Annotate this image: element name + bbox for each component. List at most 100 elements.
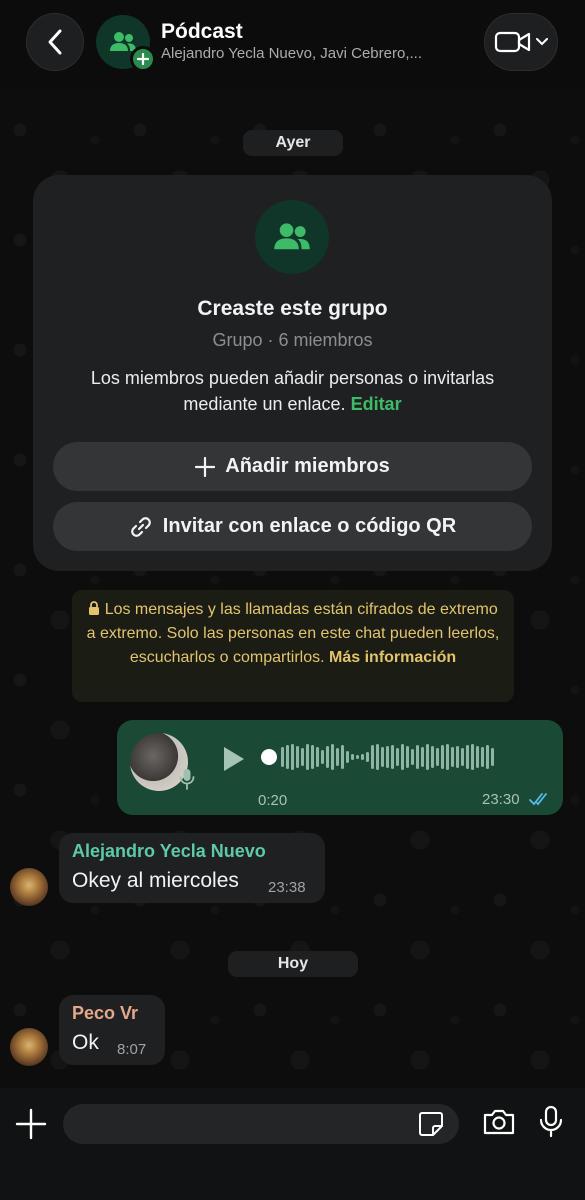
sender-name[interactable]: Alejandro Yecla Nuevo xyxy=(72,841,266,862)
encryption-notice[interactable]: Los mensajes y las llamadas están cifrad… xyxy=(72,590,514,702)
waveform-bar xyxy=(396,748,399,766)
waveform-bar xyxy=(296,746,299,768)
microphone-icon xyxy=(539,1105,563,1138)
camera-icon xyxy=(483,1109,515,1135)
chat-header: Pódcast Alejandro Yecla Nuevo, Javi Cebr… xyxy=(0,0,585,86)
group-avatar[interactable] xyxy=(96,15,156,72)
read-receipt-icon xyxy=(529,792,551,811)
plus-icon xyxy=(137,53,149,65)
waveform-bar xyxy=(306,744,309,770)
playback-scrubber[interactable] xyxy=(261,749,277,765)
waveform-bar xyxy=(401,744,404,770)
add-badge xyxy=(130,46,156,72)
waveform-bar xyxy=(341,745,344,769)
waveform-bar xyxy=(471,744,474,770)
message-time: 8:07 xyxy=(117,1041,147,1058)
waveform-bar xyxy=(316,747,319,767)
waveform-bar xyxy=(421,747,424,767)
waveform-bar xyxy=(466,745,469,769)
waveform-bar xyxy=(391,745,394,769)
voice-message-bubble[interactable]: 0:20 23:30 xyxy=(117,720,563,815)
waveform-bar xyxy=(476,746,479,768)
waveform-bar xyxy=(326,746,329,768)
chat-members-subtitle[interactable]: Alejandro Yecla Nuevo, Javi Cebrero,... xyxy=(161,45,461,62)
sender-name[interactable]: Peco Vr xyxy=(72,1003,138,1024)
waveform-bar xyxy=(291,744,294,770)
chevron-down-icon xyxy=(536,38,548,46)
message-text: Okey al miercoles xyxy=(72,869,239,892)
waveform-bar xyxy=(411,749,414,765)
video-call-button[interactable] xyxy=(484,13,558,71)
group-info-avatar xyxy=(255,200,329,274)
back-button[interactable] xyxy=(26,13,84,71)
incoming-message-bubble[interactable]: Alejandro Yecla Nuevo Okey al miercoles … xyxy=(59,833,325,903)
waveform-bar xyxy=(436,748,439,766)
voice-duration: 0:20 xyxy=(258,792,288,809)
waveform-bar xyxy=(321,750,324,764)
audio-waveform[interactable] xyxy=(261,743,543,771)
lock-icon xyxy=(89,601,100,615)
card-title: Creaste este grupo xyxy=(197,297,388,320)
waveform-bar xyxy=(346,751,349,763)
microphone-icon xyxy=(179,768,195,795)
add-members-button[interactable]: Añadir miembros xyxy=(53,442,532,491)
contact-avatar[interactable] xyxy=(10,868,48,906)
waveform-bar xyxy=(376,744,379,770)
contact-avatar[interactable] xyxy=(10,1028,48,1066)
message-input[interactable] xyxy=(63,1104,459,1144)
date-separator-yesterday: Ayer xyxy=(243,130,343,156)
message-time: 23:30 xyxy=(482,791,520,808)
waveform-bar xyxy=(361,754,364,760)
group-icon xyxy=(274,223,310,250)
waveform-bar xyxy=(386,746,389,768)
waveform-bar xyxy=(406,746,409,768)
edit-link[interactable]: Editar xyxy=(351,394,402,414)
card-description-text: Los miembros pueden añadir personas o in… xyxy=(90,368,495,414)
waveform-bar xyxy=(491,748,494,766)
waveform-bar xyxy=(461,748,464,766)
waveform-bar xyxy=(311,745,314,769)
add-members-label: Añadir miembros xyxy=(225,455,390,477)
message-time: 23:38 xyxy=(268,879,306,896)
chevron-left-icon xyxy=(48,29,62,55)
waveform-bar xyxy=(416,745,419,769)
attach-button[interactable] xyxy=(14,1107,48,1141)
waveform-bar xyxy=(381,747,384,767)
waveform-bar xyxy=(351,754,354,760)
waveform-bar xyxy=(441,745,444,769)
waveform-bar xyxy=(356,755,359,759)
waveform-bar xyxy=(286,745,289,769)
waveform-bar xyxy=(481,747,484,767)
chat-title[interactable]: Pódcast xyxy=(161,20,243,44)
camera-button[interactable] xyxy=(482,1108,516,1141)
waveform-bar xyxy=(336,748,339,766)
waveform-bar xyxy=(456,746,459,768)
card-description: Los miembros pueden añadir personas o in… xyxy=(53,365,532,417)
composer-bar xyxy=(0,1088,585,1200)
waveform-bar xyxy=(431,746,434,768)
plus-icon xyxy=(195,456,216,477)
sticker-button[interactable] xyxy=(418,1111,444,1142)
invite-link-button[interactable]: Invitar con enlace o código QR xyxy=(53,502,532,551)
waveform-bar xyxy=(451,747,454,767)
microphone-button[interactable] xyxy=(538,1105,564,1144)
waveform-bar xyxy=(371,745,374,769)
group-created-card: Creaste este grupo Grupo · 6 miembros Lo… xyxy=(33,175,552,571)
invite-link-label: Invitar con enlace o código QR xyxy=(162,515,457,537)
waveform-bar xyxy=(301,748,304,766)
incoming-message-bubble[interactable]: Peco Vr Ok 8:07 xyxy=(59,995,165,1065)
play-button[interactable] xyxy=(222,745,246,778)
waveform-bar xyxy=(426,744,429,770)
link-icon xyxy=(130,516,151,537)
waveform-bar xyxy=(446,744,449,770)
waveform-bar xyxy=(281,747,284,767)
sticker-icon xyxy=(419,1112,443,1136)
waveform-bar xyxy=(486,745,489,769)
card-subtitle: Grupo · 6 miembros xyxy=(212,330,373,350)
date-separator-today: Hoy xyxy=(228,951,358,977)
plus-icon xyxy=(15,1108,47,1140)
video-camera-icon xyxy=(494,31,531,53)
waveform-bar xyxy=(331,744,334,770)
more-info-link[interactable]: Más información xyxy=(329,649,456,666)
message-text: Ok xyxy=(72,1031,99,1054)
